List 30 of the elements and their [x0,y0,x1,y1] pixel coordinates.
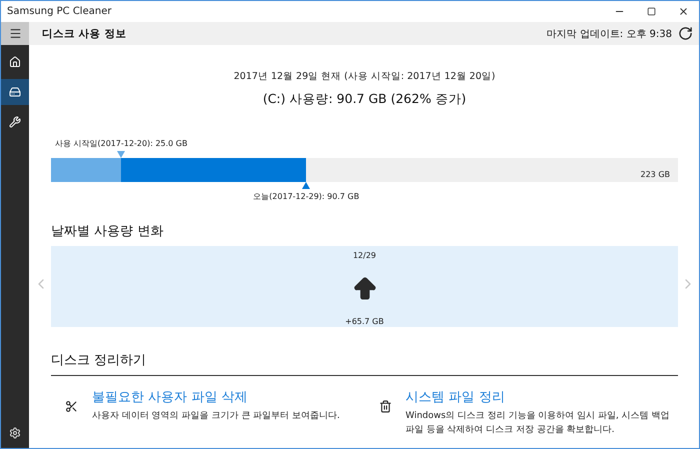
refresh-icon [678,26,693,41]
today-label: 오늘(2017-12-29): 90.7 GB [253,191,360,202]
page-title: 디스크 사용 정보 [42,26,126,40]
section-title: 날짜별 사용량 변화 [51,223,164,240]
menu-icon [8,27,22,40]
date-text: 2017년 12월 29일 현재 (사용 시작일: 2017년 12월 20일) [234,70,496,83]
sidebar-item[interactable] [1,79,29,105]
section-title: 디스크 정리하기 [51,353,146,368]
maximize-icon [646,7,656,16]
drive-icon [9,86,21,98]
home-icon [9,56,21,68]
date-text: 12/29 [352,251,376,260]
scissors-icon [65,400,78,413]
change-amount: +65.7 GB [345,317,384,326]
window-title: Samsung PC Cleaner [7,6,112,17]
usage-text: (C:) 사용량: 90.7 GB (262% 증가) [262,91,466,108]
settings-icon [9,427,21,439]
cleanup-description: 사용자 데이터 영역의 파일을 크기가 큰 파일부터 보여줍니다. [92,410,340,423]
cleanup-description: Windows의 디스크 정리 기능을 이용하여 임시 파일, 시스템 백업 파일 등을 삭제하여 디스크 저장 공간을 확보합니다. [406,410,670,437]
refresh-button[interactable] [678,26,693,41]
cleanup-link[interactable]: 불필요한 사용자 파일 삭제 [92,388,340,406]
capacity-text: 223 GB [640,170,670,179]
cleanup-link[interactable]: 시스템 파일 정리 [406,388,678,406]
start-label: 사용 시작일(2017-12-20): 25.0 GB [54,138,188,149]
menu-button[interactable] [1,22,29,45]
today-marker [302,182,310,189]
last-update-text: 마지막 업데이트: 오후 9:38 [546,28,672,40]
trash-icon [378,400,392,413]
close-icon [678,6,688,17]
wrench-icon [9,116,21,128]
